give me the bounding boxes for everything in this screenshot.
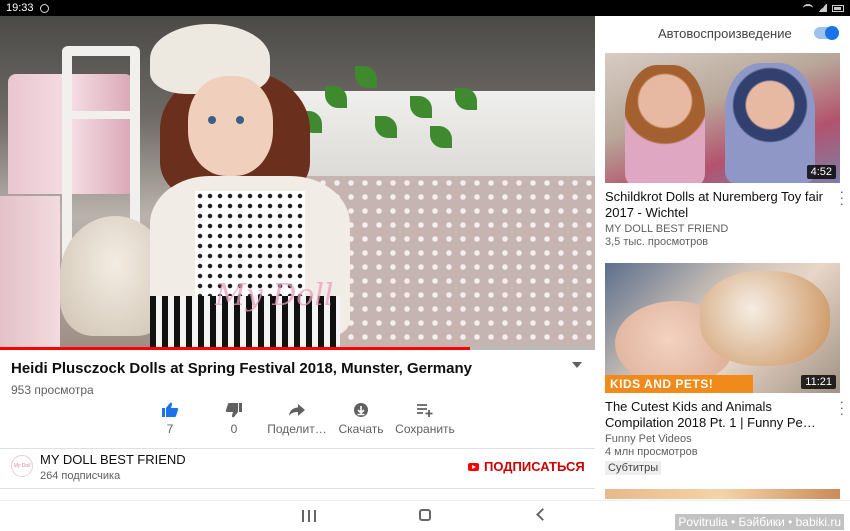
- home-icon[interactable]: [419, 509, 431, 521]
- thumbnail-doll: [625, 65, 705, 183]
- share-label: Поделит…: [267, 422, 327, 436]
- thumbs-down-icon: [225, 403, 242, 418]
- channel-row: My Doll MY DOLL BEST FRIEND 264 подписчи…: [0, 449, 595, 487]
- recommended-video[interactable]: 4:52 Schildkrot Dolls at Nuremberg Toy f…: [605, 53, 844, 248]
- share-icon: [289, 404, 305, 416]
- add-to-playlist-icon: [417, 404, 433, 417]
- video-thumbnail[interactable]: KIDS AND PETS! 11:21: [605, 263, 840, 393]
- recommended-video[interactable]: KIDS AND PETS! 11:21 The Cutest Kids and…: [605, 263, 844, 476]
- more-options-icon[interactable]: · · ·: [840, 185, 844, 210]
- thumbs-up-icon: [162, 402, 179, 417]
- notification-icon: [39, 3, 49, 13]
- recommended-video-views: 3,5 тыс. просмотров: [605, 236, 709, 248]
- recent-apps-icon[interactable]: [302, 510, 316, 522]
- subtitles-badge: Субтитры: [605, 461, 662, 475]
- video-frame-leaf: [355, 66, 377, 88]
- recommended-video-channel: Funny Pet Videos: [605, 433, 692, 445]
- recommended-video-views: 4 млн просмотров: [605, 446, 698, 458]
- autoplay-label: Автовоспроизведение: [658, 26, 792, 41]
- dislike-count: 0: [230, 422, 238, 436]
- video-frame-doll-eye: [236, 116, 244, 124]
- recommended-video-title[interactable]: The Cutest Kids and Animals Compilation …: [605, 399, 830, 431]
- recommended-video-channel: MY DOLL BEST FRIEND: [605, 223, 729, 235]
- video-frame-doll-face: [188, 76, 273, 176]
- video-progress-bar[interactable]: [0, 347, 595, 350]
- subscribe-label: ПОДПИСАТЬСЯ: [484, 459, 585, 474]
- channel-subscriber-count: 264 подписчика: [40, 470, 121, 482]
- channel-name[interactable]: MY DOLL BEST FRIEND: [40, 452, 186, 467]
- subscribe-button[interactable]: ПОДПИСАТЬСЯ: [468, 459, 585, 474]
- more-options-icon[interactable]: · · ·: [840, 395, 844, 420]
- thumbnail-dog: [700, 271, 830, 366]
- battery-icon: [832, 4, 844, 12]
- video-progress-fill: [0, 347, 471, 350]
- video-title: Heidi Plusczock Dolls at Spring Festival…: [11, 360, 472, 377]
- back-icon[interactable]: [536, 508, 549, 521]
- status-indicators: [803, 4, 844, 12]
- signal-icon: [818, 4, 827, 12]
- thumbnail-doll: [725, 63, 815, 183]
- wifi-icon: [803, 4, 813, 12]
- status-bar: 19:33: [0, 0, 850, 16]
- save-button[interactable]: Сохранить: [387, 402, 463, 436]
- thumbnail-banner: KIDS AND PETS!: [605, 375, 753, 393]
- video-duration: 4:52: [806, 165, 836, 179]
- recommended-video-title[interactable]: Schildkrot Dolls at Nuremberg Toy fair 2…: [605, 189, 830, 221]
- video-actions: 7 0 Поделит… Скачать Сохранить: [0, 402, 595, 444]
- status-time: 19:33: [6, 2, 34, 14]
- video-watermark: My Doll: [215, 278, 334, 313]
- video-frame-doll-eye: [208, 116, 216, 124]
- divider: [0, 488, 595, 489]
- image-credit-watermark: Povitrulia • Бэйбики • babiki.ru: [675, 514, 844, 530]
- download-icon: [354, 403, 368, 417]
- channel-avatar-logo: My Doll: [13, 463, 31, 469]
- video-frame-hatbox-lower: [0, 196, 60, 349]
- video-view-count: 953 просмотра: [11, 383, 94, 397]
- like-count: 7: [166, 422, 174, 436]
- video-thumbnail[interactable]: 4:52: [605, 53, 840, 183]
- video-duration: 11:21: [801, 375, 836, 389]
- expand-description-icon[interactable]: [572, 362, 582, 368]
- download-label: Скачать: [338, 422, 384, 436]
- video-player[interactable]: My Doll: [0, 16, 595, 349]
- youtube-logo-icon: [468, 462, 479, 471]
- video-thumbnail-partial[interactable]: [605, 489, 840, 499]
- save-label: Сохранить: [395, 422, 455, 436]
- system-nav-bar: Povitrulia • Бэйбики • babiki.ru: [0, 500, 850, 531]
- channel-avatar[interactable]: My Doll: [11, 455, 33, 477]
- autoplay-toggle[interactable]: [814, 26, 839, 40]
